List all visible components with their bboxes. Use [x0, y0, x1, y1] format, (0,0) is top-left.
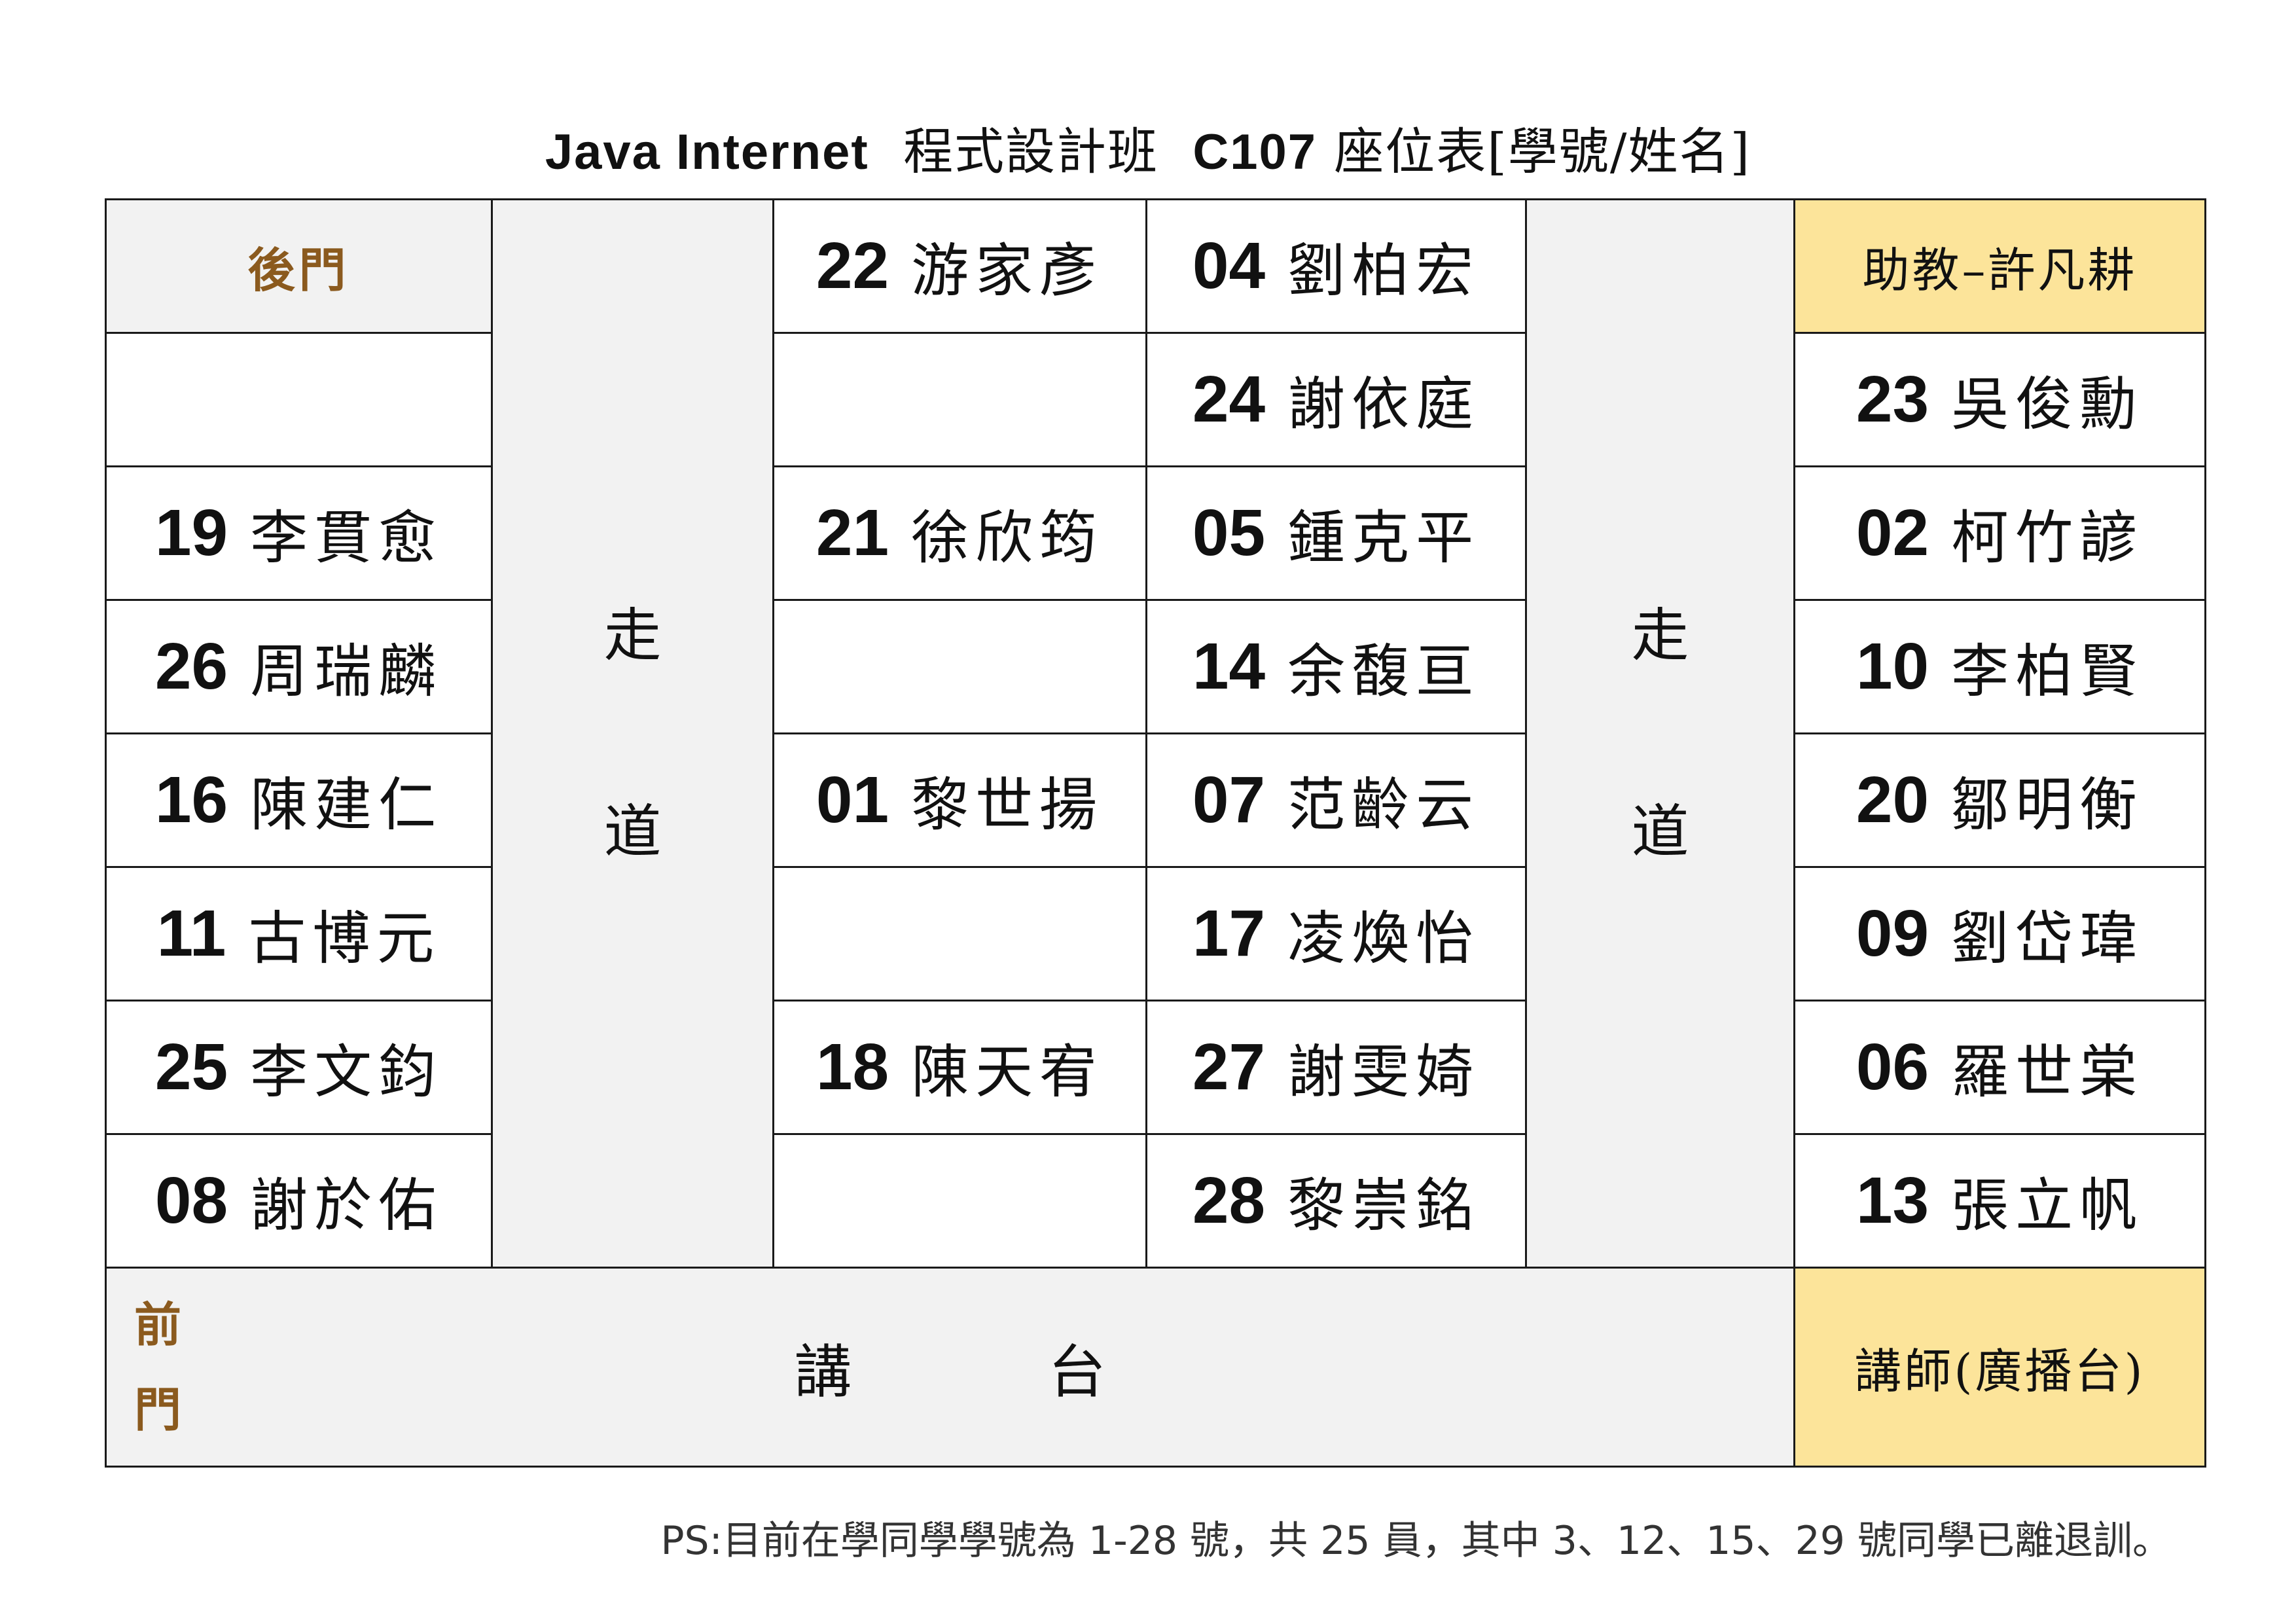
back-door-label: 後門 [105, 198, 493, 334]
seat-r3c6[interactable]: 02 柯竹諺 [1793, 465, 2206, 601]
podium-label: 講台 [794, 1338, 1106, 1405]
seat-r7c6[interactable]: 06 羅世棠 [1793, 1000, 2206, 1135]
table-row: 25 李文鈞 18 陳天宥 27 謝雯婍 06 羅世棠 [105, 1000, 2206, 1135]
seat-r4c4[interactable]: 14 余馥亘 [1145, 599, 1527, 734]
seat-r7c3[interactable]: 18 陳天宥 [772, 1000, 1147, 1135]
table-row: 08 謝於佑 28 黎崇銘 13 張立帆 [105, 1133, 2206, 1269]
table-row: 19 李貫愈 21 徐欣筠 05 鍾克平 02 柯竹諺 [105, 465, 2206, 601]
seat-r3c1[interactable]: 19 李貫愈 [105, 465, 493, 601]
seat-r2c6[interactable]: 23 吳俊勳 [1793, 332, 2206, 467]
table-row: 24 謝依庭 23 吳俊勳 [105, 332, 2206, 467]
seat-r8c3-empty[interactable] [772, 1133, 1147, 1269]
seat-r4c6[interactable]: 10 李柏賢 [1793, 599, 2206, 734]
seating-table: 後門 走 道 22 游家彥 04 劉柏宏 走 道 助教–許凡耕 24 謝依庭 23 吳俊… [105, 198, 2206, 1468]
left-aisle: 走 道 [491, 198, 774, 1269]
seat-r3c3[interactable]: 21 徐欣筠 [772, 465, 1147, 601]
footnote: PS:目前在學同學學號為 1-28 號，共 25 員，其中 3、12、15、29… [660, 1518, 2172, 1564]
seat-r6c3-empty[interactable] [772, 866, 1147, 1001]
seat-r4c1[interactable]: 26 周瑞麟 [105, 599, 493, 734]
seat-r4c3-empty[interactable] [772, 599, 1147, 734]
ta-label: 助教–許凡耕 [1793, 198, 2206, 334]
right-aisle: 走 道 [1525, 198, 1795, 1269]
table-row: 11 古博元 17 凌煥怡 09 劉岱瑋 [105, 866, 2206, 1001]
page-title: Java Internet 程式設計班 C107 座位表[學號/姓名] [545, 122, 1751, 181]
seat-r5c6[interactable]: 20 鄒明衡 [1793, 732, 2206, 868]
seat-r8c4[interactable]: 28 黎崇銘 [1145, 1133, 1527, 1269]
seat-r2c1-empty[interactable] [105, 332, 493, 467]
table-row: 後門 走 道 22 游家彥 04 劉柏宏 走 道 助教–許凡耕 [105, 198, 2206, 1269]
seat-r1c3[interactable]: 22 游家彥 [772, 198, 1147, 334]
teacher-label: 講師(廣播台) [1793, 1267, 2206, 1468]
seat-r2c4[interactable]: 24 謝依庭 [1145, 332, 1527, 467]
seat-r5c1[interactable]: 16 陳建仁 [105, 732, 493, 868]
table-row: 16 陳建仁 01 黎世揚 07 范齡云 20 鄒明衡 [105, 732, 2206, 868]
table-row: 26 周瑞麟 14 余馥亘 10 李柏賢 [105, 599, 2206, 734]
seat-r6c1[interactable]: 11 古博元 [105, 866, 493, 1001]
seat-r6c6[interactable]: 09 劉岱瑋 [1793, 866, 2206, 1001]
seat-r5c3[interactable]: 01 黎世揚 [772, 732, 1147, 868]
seat-r8c6[interactable]: 13 張立帆 [1793, 1133, 2206, 1269]
seat-r2c3-empty[interactable] [772, 332, 1147, 467]
table-row: 前門 講台 講師(廣播台) [105, 1267, 2206, 1468]
seat-r5c4[interactable]: 07 范齡云 [1145, 732, 1527, 868]
podium-area: 前門 講台 [105, 1267, 1795, 1468]
seat-r8c1[interactable]: 08 謝於佑 [105, 1133, 493, 1269]
seat-r7c1[interactable]: 25 李文鈞 [105, 1000, 493, 1135]
seat-r1c4[interactable]: 04 劉柏宏 [1145, 198, 1527, 334]
seat-r3c4[interactable]: 05 鍾克平 [1145, 465, 1527, 601]
seat-r6c4[interactable]: 17 凌煥怡 [1145, 866, 1527, 1001]
seat-r7c4[interactable]: 27 謝雯婍 [1145, 1000, 1527, 1135]
